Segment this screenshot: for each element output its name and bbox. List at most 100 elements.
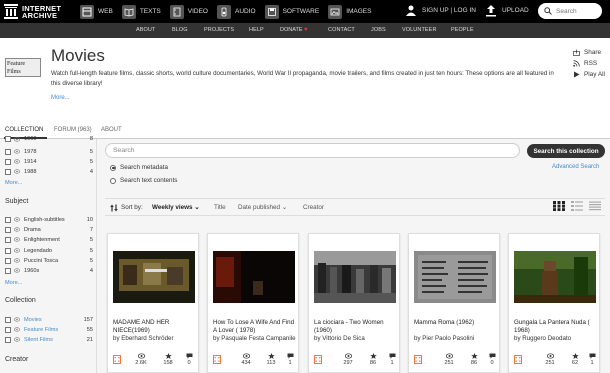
share-action[interactable]: Share [573,47,605,58]
checkbox[interactable] [5,226,11,233]
eye-icon [14,217,20,222]
subnav-people[interactable]: PEOPLE [451,27,474,33]
sort-creator[interactable]: Creator [303,204,324,211]
checkbox[interactable] [5,257,11,264]
nav-images[interactable]: IMAGES [328,4,372,19]
facet-subject-1960s[interactable]: 1960s 4 [5,266,93,275]
item-title[interactable]: How To Lose A Wife And Find A Lover ( 19… [213,319,297,335]
upload-button[interactable]: UPLOAD [485,4,529,17]
top-search-input[interactable] [556,7,598,15]
subnav-about[interactable]: ABOUT [136,27,155,33]
search-metadata-option[interactable]: Search metadata [110,164,168,171]
year-more-link[interactable]: More... [5,180,22,186]
subject-more-link[interactable]: More... [5,280,22,286]
subnav-volunteer[interactable]: VOLUNTEER [402,27,437,33]
tab-collection[interactable]: COLLECTION [5,127,43,133]
checkbox[interactable] [5,247,11,254]
reviews-count: 1 [590,360,594,366]
checkbox[interactable] [5,336,11,343]
checkbox[interactable] [5,158,11,165]
collection-description: Watch full-length feature films, classic… [51,70,554,87]
item-card[interactable]: Gungala La Pantera Nuda ( 1968) by Rugge… [508,233,600,373]
radio-button[interactable] [110,177,116,184]
nav-software[interactable]: SOFTWARE [264,4,319,19]
facet-collection-silent-films[interactable]: Silent Films 21 [5,335,93,344]
tab-forum[interactable]: FORUM (963) [54,127,92,133]
facet-label: 1960 [24,136,37,142]
subnav-blog[interactable]: BLOG [172,27,188,33]
item-title[interactable]: Gungala La Pantera Nuda ( 1968) [514,319,598,335]
checkbox[interactable] [5,326,11,333]
collection-heading: Collection [5,297,36,304]
nav-video-label: VIDEO [187,8,208,15]
search-text-option[interactable]: Search text contents [110,177,177,184]
nav-web[interactable]: WEB [80,4,113,19]
item-thumbnail[interactable] [514,251,596,303]
collection-search-input[interactable]: Search [105,143,520,158]
item-thumbnail[interactable] [113,251,195,303]
subnav-jobs[interactable]: JOBS [371,27,386,33]
checkbox[interactable] [5,267,11,274]
views-stat: 434 [236,353,256,366]
facet-collection-feature-films[interactable]: Feature Films 55 [5,325,93,334]
favorites-stat: 113 [261,353,281,366]
sort-weekly-views[interactable]: Weekly views ⌄ [152,204,200,211]
reviews-stat: 0 [486,353,498,366]
description-more-link[interactable]: More... [51,95,70,101]
item-title[interactable]: La ciociara - Two Women (1960) [314,319,398,335]
facet-year-1960[interactable]: 1960 8 [5,134,93,142]
sort-title[interactable]: Title [214,204,226,211]
advanced-search-link[interactable]: Advanced Search [552,164,599,170]
item-card[interactable]: La ciociara - Two Women (1960) by Vittor… [308,233,400,373]
nav-texts[interactable]: TEXTS [121,4,161,19]
facet-subject-legendado[interactable]: Legendado 5 [5,246,93,255]
rss-action[interactable]: RSS [573,58,605,69]
views-count: 251 [444,360,454,366]
search-collection-button[interactable]: Search this collection [527,144,605,158]
subnav-contact[interactable]: CONTACT [328,27,355,33]
item-thumbnail[interactable] [414,251,496,303]
radio-button[interactable] [110,164,116,171]
top-search-box[interactable] [538,3,602,19]
checkbox[interactable] [5,316,11,323]
sort-date-published[interactable]: Date published ⌄ [238,204,287,211]
item-card[interactable]: How To Lose A Wife And Find A Lover ( 19… [207,233,299,373]
movie-icon [514,355,522,364]
tab-about[interactable]: ABOUT [101,127,122,133]
facet-year-1978[interactable]: 1978 5 [5,147,93,156]
item-thumbnail[interactable] [213,251,295,303]
checkbox[interactable] [5,136,11,142]
internet-archive-logo[interactable]: INTERNET ARCHIVE [4,4,80,19]
item-card[interactable]: Mamma Roma (1962) by Pier Paolo Pasolini… [408,233,500,373]
subnav-donate[interactable]: DONATE ♥ [280,27,308,33]
nav-video[interactable]: VIDEO [169,4,208,19]
facet-label: Puccini Tosca [24,257,59,264]
secondary-nav: ABOUT BLOG PROJECTS HELP DONATE ♥ CONTAC… [0,23,610,38]
item-title[interactable]: MADAME AND HER NIECE(1969) [113,319,197,335]
play-all-action[interactable]: Play All [573,69,605,80]
facet-year-1914[interactable]: 1914 5 [5,157,93,166]
checkbox[interactable] [5,216,11,223]
facet-label: 1914 [24,158,37,165]
facet-subject-enlightenment[interactable]: Enlightenment 5 [5,235,93,244]
list-compact-view-icon[interactable] [589,201,601,211]
facet-year-1988[interactable]: 1988 4 [5,167,93,176]
list-detail-view-icon[interactable] [571,201,583,211]
item-card[interactable]: MADAME AND HER NIECE(1969) by Eberhard S… [107,233,199,373]
checkbox[interactable] [5,236,11,243]
sign-in-link[interactable]: SIGN UP | LOG IN [405,4,476,16]
subnav-help[interactable]: HELP [249,27,264,33]
item-creator: by Pier Paolo Pasolini [414,335,475,342]
checkbox[interactable] [5,168,11,175]
facet-subject-puccini-tosca[interactable]: Puccini Tosca 5 [5,256,93,265]
subnav-projects[interactable]: PROJECTS [204,27,234,33]
facet-collection-movies[interactable]: Movies 157 [5,315,93,324]
checkbox[interactable] [5,148,11,155]
nav-images-label: IMAGES [346,8,372,15]
item-title[interactable]: Mamma Roma (1962) [414,319,498,327]
tile-view-icon[interactable] [553,201,565,211]
item-thumbnail[interactable] [314,251,396,303]
facet-subject-drama[interactable]: Drama 7 [5,225,93,234]
facet-subject-english-subtitles[interactable]: English-subtitles 10 [5,215,93,224]
nav-audio[interactable]: AUDIO [217,4,256,19]
